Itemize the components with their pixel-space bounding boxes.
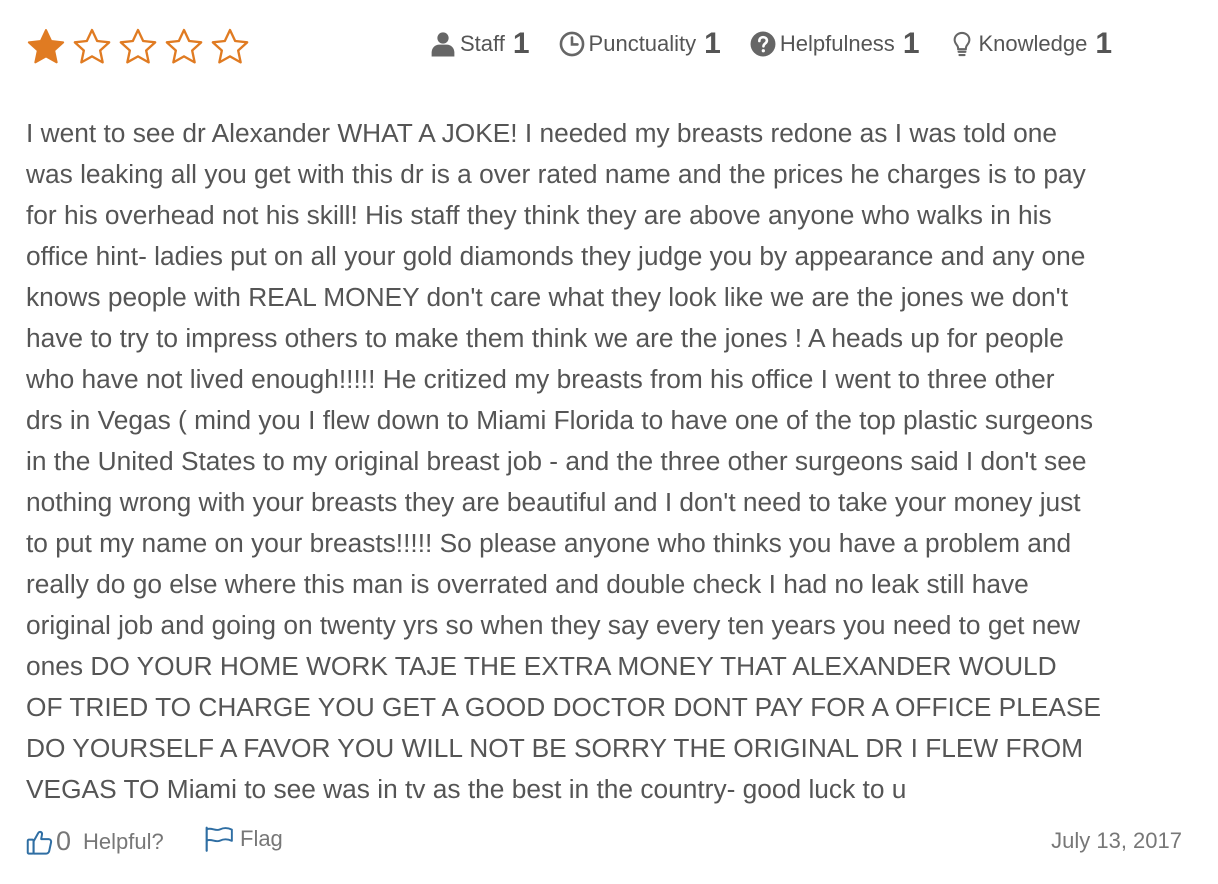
- rating-value: 1: [902, 27, 920, 60]
- review-line: for his overhead not his skill! His staf…: [26, 200, 1052, 230]
- review-line: was leaking all you get with this dr is …: [26, 159, 1086, 189]
- review-line: to put my name on your breasts!!!!! So p…: [26, 528, 1072, 558]
- flag-icon: [205, 826, 233, 852]
- rating-knowledge: Knowledge 1: [949, 27, 1113, 60]
- review-footer: 0 Helpful? Flag July 13, 2017: [26, 826, 1182, 862]
- rating-value: 1: [1095, 27, 1113, 60]
- review-line: I went to see dr Alexander WHAT A JOKE! …: [26, 118, 1057, 148]
- rating-label: Staff: [460, 31, 505, 56]
- rating-punctuality: Punctuality 1: [559, 29, 721, 59]
- rating-staff: Staff 1: [430, 29, 530, 59]
- question-circle-icon: [750, 31, 776, 57]
- star-empty-icon: [211, 28, 249, 64]
- rating-value: 1: [704, 27, 721, 60]
- rating-label: Punctuality: [588, 31, 697, 56]
- rating-value: 1: [512, 27, 530, 60]
- review-line: drs in Vegas ( mind you I flew down to M…: [26, 405, 1094, 435]
- review-date: July 13, 2017: [1051, 828, 1182, 853]
- user-icon: [431, 32, 455, 57]
- rating-label: Knowledge: [978, 31, 1088, 56]
- review-line: OF TRIED TO CHARGE YOU GET A GOOD DOCTOR…: [26, 692, 1101, 722]
- rating-helpfulness: Helpfulness 1: [750, 29, 920, 59]
- star-filled-icon: [27, 29, 65, 64]
- review-line: VEGAS TO Miami to see was in tv as the b…: [26, 774, 907, 804]
- thumbs-up-icon: [26, 830, 53, 855]
- flag-label: Flag: [240, 826, 283, 851]
- review-line: knows people with REAL MONEY don't care …: [26, 282, 1069, 312]
- clock-icon: [559, 31, 584, 57]
- review-text: I went to see dr Alexander WHAT A JOKE! …: [26, 113, 1191, 810]
- flag-button[interactable]: Flag: [204, 826, 283, 852]
- category-ratings: Staff 1 Punctuality 1 Helpfulness 1 Know…: [430, 26, 1112, 62]
- review-line: have to try to impress others to make th…: [26, 323, 1064, 353]
- helpful-count: 0: [56, 826, 72, 856]
- rating-label: Helpfulness: [779, 31, 895, 56]
- review-line: office hint- ladies put on all your gold…: [26, 241, 1086, 271]
- review-line: in the United States to my original brea…: [26, 446, 1087, 476]
- helpful-button[interactable]: 0 Helpful?: [26, 826, 164, 857]
- review-line: DO YOURSELF A FAVOR YOU WILL NOT BE SORR…: [26, 733, 1083, 763]
- lightbulb-icon: [953, 31, 970, 57]
- star-empty-icon: [119, 28, 157, 64]
- review-line: nothing wrong with your breasts they are…: [26, 487, 1081, 517]
- review-line: really do go else where this man is over…: [26, 569, 1029, 599]
- review-line: ones DO YOUR HOME WORK TAJE THE EXTRA MO…: [26, 651, 1057, 681]
- star-rating: [26, 27, 250, 67]
- star-empty-icon: [165, 28, 203, 64]
- helpful-label: Helpful?: [83, 828, 164, 854]
- review-line: original job and going on twenty yrs so …: [26, 610, 1080, 640]
- review-line: who have not lived enough!!!!! He critiz…: [26, 364, 1055, 394]
- star-empty-icon: [73, 28, 111, 64]
